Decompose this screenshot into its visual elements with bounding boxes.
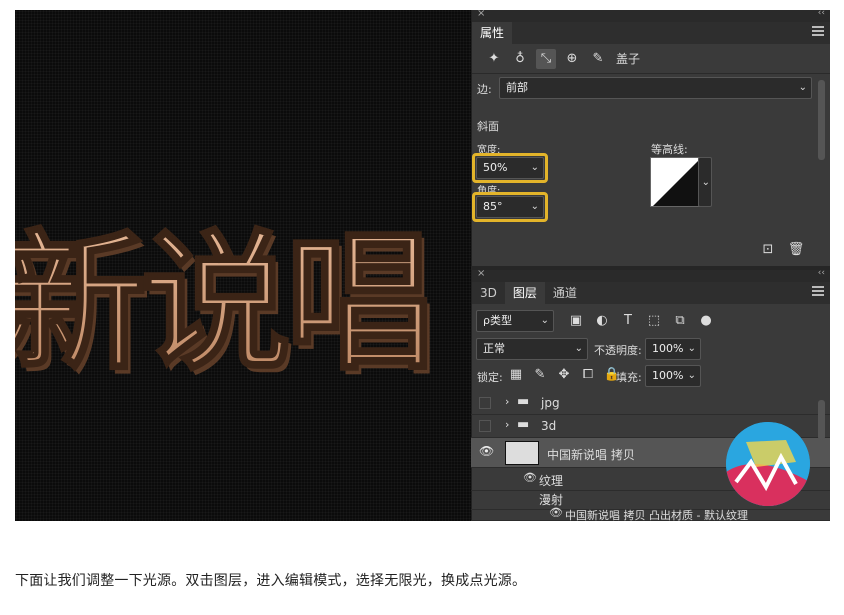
- expand-arrow-icon[interactable]: ›: [505, 418, 509, 431]
- caption-text: 下面让我们调整一下光源。双击图层，进入编辑模式，选择无限光，换成点光源。: [15, 573, 527, 589]
- lock-paint-icon[interactable]: ✎: [530, 365, 550, 385]
- opacity-input[interactable]: 100% ⌄: [645, 338, 701, 360]
- panel-menu-icon[interactable]: [812, 26, 824, 36]
- filter-kind-value: ρ类型: [483, 314, 512, 327]
- chevron-down-icon: ⌄: [798, 82, 807, 93]
- width-highlight: [472, 153, 548, 183]
- panel-menu-icon[interactable]: [812, 286, 824, 296]
- artboard-icon[interactable]: ⧠: [578, 365, 598, 385]
- bevel-label: 斜面: [477, 120, 499, 133]
- layers-scrollbar[interactable]: [818, 400, 825, 440]
- blend-mode-value: 正常: [483, 342, 505, 355]
- collapse-icon[interactable]: ‹‹: [818, 268, 825, 278]
- opacity-value: 100%: [652, 342, 684, 355]
- visibility-toggle[interactable]: [479, 397, 491, 409]
- visibility-toggle[interactable]: [479, 420, 491, 432]
- document-canvas[interactable]: 新说唱 新说唱: [15, 10, 471, 521]
- chevron-down-icon: ⌄: [574, 343, 583, 354]
- trash-icon[interactable]: 🗑: [786, 240, 806, 260]
- collapse-icon[interactable]: ‹‹: [818, 8, 825, 18]
- cap-tab-label: 盖子: [616, 52, 641, 66]
- close-icon[interactable]: ×: [477, 268, 485, 279]
- fill-value: 100%: [652, 369, 684, 382]
- folder-icon: ▬: [517, 394, 530, 409]
- eye-icon[interactable]: 👁: [479, 444, 494, 458]
- chevron-down-icon: ⌄: [701, 177, 710, 188]
- layer-thumbnail: [505, 441, 539, 465]
- filter-toggle-icon[interactable]: ●: [696, 311, 716, 331]
- tab-layers[interactable]: 图层: [504, 282, 545, 304]
- contour-curve-icon: [651, 158, 699, 206]
- angle-highlight: [472, 192, 548, 222]
- chevron-down-icon: ⌄: [540, 315, 549, 326]
- deform-icon[interactable]: ♁: [510, 49, 530, 69]
- logo-graphic: [726, 422, 810, 506]
- layer-filter-icons: ▣ ◐ T ⬚ ⧉ ●: [566, 311, 716, 331]
- shape-filter-icon[interactable]: ⬚: [644, 311, 664, 331]
- opacity-label: 不透明度:: [594, 344, 642, 357]
- tab-properties[interactable]: 属性: [472, 22, 513, 44]
- close-icon[interactable]: ×: [477, 8, 485, 19]
- chevron-down-icon: ⌄: [687, 343, 696, 354]
- sub-layer-name: 中国新说唱 拷贝 凸出材质 - 默认纹理: [565, 509, 748, 522]
- contour-label: 等高线:: [651, 143, 688, 156]
- fill-label: 填充:: [616, 371, 642, 384]
- fill-input[interactable]: 100% ⌄: [645, 365, 701, 387]
- artwork-text: 新说唱: [15, 217, 429, 390]
- layer-name: jpg: [541, 396, 560, 410]
- edge-select-value: 前部: [506, 81, 528, 94]
- eye-icon[interactable]: 👁: [549, 506, 563, 519]
- blend-mode-select[interactable]: 正常 ⌄: [476, 338, 588, 360]
- eye-icon[interactable]: 👁: [523, 471, 537, 484]
- properties-panel: × ‹‹ 属性 ✦ ♁ ⤡ ⊕ ✎ 盖子: [471, 8, 830, 268]
- watermark-logo: [726, 422, 810, 506]
- contour-dropdown[interactable]: ⌄: [698, 157, 712, 207]
- layer-name: 3d: [541, 419, 557, 433]
- layer-name: 中国新说唱 拷贝: [547, 448, 635, 462]
- properties-icon-row: ✦ ♁ ⤡ ⊕ ✎ 盖子: [472, 44, 830, 74]
- adjustment-filter-icon[interactable]: ◐: [592, 311, 612, 331]
- layers-topbar: × ‹‹: [472, 268, 830, 282]
- filter-kind-select[interactable]: ρ类型 ⌄: [476, 310, 554, 332]
- layer-row[interactable]: › ▬ jpg: [471, 392, 830, 415]
- smartobject-filter-icon[interactable]: ⧉: [670, 311, 690, 331]
- edge-select[interactable]: 前部 ⌄: [499, 77, 812, 99]
- layers-tabrow: 3D 图层 通道: [472, 282, 830, 304]
- brush-icon[interactable]: ✎: [588, 49, 608, 69]
- tab-3d[interactable]: 3D: [472, 282, 505, 304]
- panel-topbar: × ‹‹: [472, 8, 830, 22]
- properties-tabrow: 属性: [472, 22, 830, 44]
- properties-scrollbar[interactable]: [818, 80, 825, 160]
- 3d-text-artwork: 新说唱 新说唱: [15, 216, 439, 391]
- coordinates-icon[interactable]: ⊕: [562, 49, 582, 69]
- folder-icon: ▬: [517, 417, 530, 432]
- expand-arrow-icon[interactable]: ›: [505, 395, 509, 408]
- contour-preview[interactable]: [650, 157, 700, 207]
- layer-sub-row[interactable]: 👁 中国新说唱 拷贝 凸出材质 - 默认纹理: [471, 506, 830, 522]
- chevron-down-icon: ⌄: [687, 370, 696, 381]
- lock-transparent-icon[interactable]: ▦: [506, 365, 526, 385]
- reset-icon[interactable]: ⊡: [758, 240, 778, 260]
- edge-label: 边:: [477, 83, 492, 96]
- type-filter-icon[interactable]: T: [618, 311, 638, 331]
- lock-position-icon[interactable]: ✥: [554, 365, 574, 385]
- lock-label: 锁定:: [477, 371, 503, 384]
- image-filter-icon[interactable]: ▣: [566, 311, 586, 331]
- tab-channels[interactable]: 通道: [545, 282, 585, 304]
- mesh-icon[interactable]: ✦: [484, 49, 504, 69]
- cap-icon[interactable]: ⤡: [536, 48, 556, 69]
- lock-icons: ▦ ✎ ✥ ⧠ 🔒: [506, 365, 622, 385]
